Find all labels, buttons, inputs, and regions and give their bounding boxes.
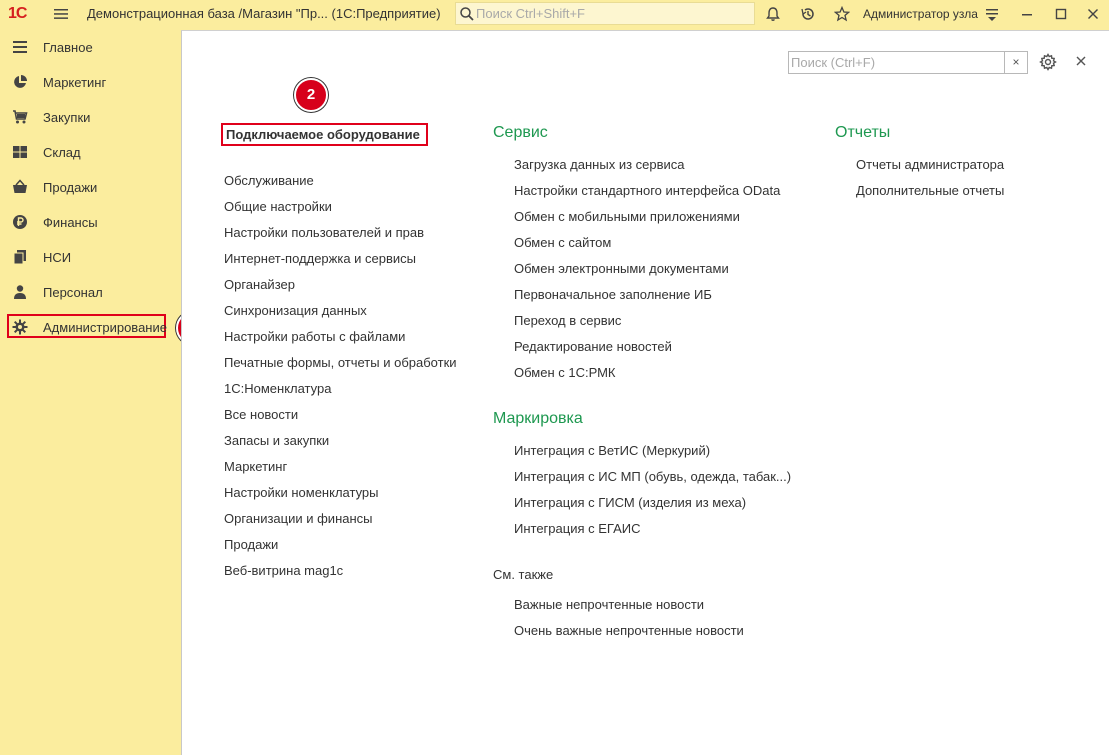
sidebar-item-finance[interactable]: Финансы [0, 207, 181, 237]
search-icon [459, 6, 475, 25]
cart-icon [12, 109, 28, 125]
settings-menu-icon[interactable] [981, 3, 1003, 25]
panel-search-box[interactable]: × [788, 51, 1028, 74]
sidebar-item-label: Персонал [43, 285, 103, 300]
menu-lines-icon [12, 39, 28, 55]
basket-icon [12, 179, 28, 195]
sidebar-item-label: Администрирование [43, 320, 167, 335]
sidebar-item-purchases[interactable]: Закупки [0, 102, 181, 132]
sidebar-item-label: Главное [43, 40, 93, 55]
link-item[interactable]: Настройки номенклатуры [224, 485, 379, 500]
title-bar: 1С Демонстрационная база /Магазин "Пр...… [0, 0, 1109, 28]
link-item[interactable]: Переход в сервис [514, 313, 621, 328]
link-item[interactable]: Интеграция с ВетИС (Меркурий) [514, 443, 710, 458]
link-item[interactable]: Органайзер [224, 277, 295, 292]
featured-link-frame[interactable]: Подключаемое оборудование [221, 123, 428, 146]
link-item[interactable]: Обмен электронными документами [514, 261, 729, 276]
link-item[interactable]: Продажи [224, 537, 278, 552]
sidebar-item-personnel[interactable]: Персонал [0, 277, 181, 307]
group-title-service: Сервис [493, 124, 548, 141]
link-item[interactable]: Веб-витрина mag1c [224, 563, 343, 578]
link-item[interactable]: Обмен с мобильными приложениями [514, 209, 740, 224]
documents-icon [12, 249, 28, 265]
ruble-icon [12, 214, 28, 230]
sidebar-item-marketing[interactable]: Маркетинг [0, 67, 181, 97]
link-item[interactable]: Интеграция с ГИСМ (изделия из меха) [514, 495, 746, 510]
sidebar-item-label: Закупки [43, 110, 91, 125]
clear-search-button[interactable]: × [1004, 52, 1027, 73]
sections-sidebar: Главное Маркетинг Закупки Склад Продажи … [0, 30, 210, 755]
link-item[interactable]: Первоначальное заполнение ИБ [514, 287, 712, 302]
app-logo[interactable]: 1С [8, 5, 42, 23]
sidebar-item-sales[interactable]: Продажи [0, 172, 181, 202]
link-item[interactable]: Важные непрочтенные новости [514, 597, 704, 612]
user-name[interactable]: Администратор узла [863, 7, 978, 21]
sidebar-item-administration[interactable]: Администрирование [0, 312, 181, 342]
sidebar-item-label: Маркетинг [43, 75, 107, 90]
sidebar-item-label: Склад [43, 145, 81, 160]
link-item[interactable]: Настройки пользователей и прав [224, 225, 424, 240]
step-badge-2: 2 [294, 78, 328, 112]
link-item[interactable]: Настройки работы с файлами [224, 329, 405, 344]
global-search-input[interactable] [476, 5, 746, 22]
link-item[interactable]: Синхронизация данных [224, 303, 367, 318]
close-panel-icon[interactable] [1074, 54, 1088, 68]
group-title-reports: Отчеты [835, 124, 891, 141]
link-item[interactable]: Настройки стандартного интерфейса OData [514, 183, 780, 198]
link-item[interactable]: Все новости [224, 407, 298, 422]
sidebar-item-label: НСИ [43, 250, 72, 265]
link-item[interactable]: Дополнительные отчеты [856, 183, 1004, 198]
pie-chart-icon [12, 74, 28, 90]
link-item[interactable]: Интеграция с ИС МП (обувь, одежда, табак… [514, 469, 791, 484]
star-icon[interactable] [831, 3, 853, 25]
panel-settings-icon[interactable] [1039, 53, 1057, 71]
link-item[interactable]: Общие настройки [224, 199, 332, 214]
link-item[interactable]: Маркетинг [224, 459, 287, 474]
link-item[interactable]: Интернет-поддержка и сервисы [224, 251, 416, 266]
sidebar-item-label: Финансы [43, 215, 98, 230]
link-item[interactable]: Отчеты администратора [856, 157, 1004, 172]
window-title: Демонстрационная база /Магазин "Пр... (1… [87, 6, 441, 21]
sidebar-item-nsi[interactable]: НСИ [0, 242, 181, 272]
maximize-icon[interactable] [1050, 3, 1072, 25]
link-item[interactable]: Обслуживание [224, 173, 314, 188]
link-item[interactable]: Загрузка данных из сервиса [514, 157, 685, 172]
global-search-box[interactable] [455, 2, 755, 25]
link-item[interactable]: Редактирование новостей [514, 339, 672, 354]
link-item[interactable]: 1С:Номенклатура [224, 381, 331, 396]
group-title-see-also: См. также [493, 567, 554, 582]
person-icon [12, 284, 28, 300]
sidebar-item-warehouse[interactable]: Склад [0, 137, 181, 167]
link-item[interactable]: Интеграция с ЕГАИС [514, 521, 640, 536]
gear-icon [12, 319, 28, 335]
link-item[interactable]: Запасы и закупки [224, 433, 329, 448]
administration-panel: × 2 Подключаемое оборудование Обслуживан… [181, 30, 1109, 755]
panel-search-input[interactable] [791, 54, 1001, 71]
link-connected-equipment[interactable]: Подключаемое оборудование [226, 127, 420, 142]
link-item[interactable]: Очень важные непрочтенные новости [514, 623, 744, 638]
bell-icon[interactable] [762, 3, 784, 25]
sidebar-item-label: Продажи [43, 180, 98, 195]
history-icon[interactable] [797, 3, 819, 25]
link-item[interactable]: Обмен с 1С:РМК [514, 365, 616, 380]
link-item[interactable]: Обмен с сайтом [514, 235, 611, 250]
group-title-marking: Маркировка [493, 410, 583, 427]
main-menu-icon[interactable] [50, 3, 72, 25]
link-item[interactable]: Организации и финансы [224, 511, 373, 526]
minimize-icon[interactable] [1016, 3, 1038, 25]
grid-icon [12, 144, 28, 160]
sidebar-item-main[interactable]: Главное [0, 32, 181, 62]
close-window-icon[interactable] [1082, 3, 1104, 25]
link-item[interactable]: Печатные формы, отчеты и обработки [224, 355, 457, 370]
